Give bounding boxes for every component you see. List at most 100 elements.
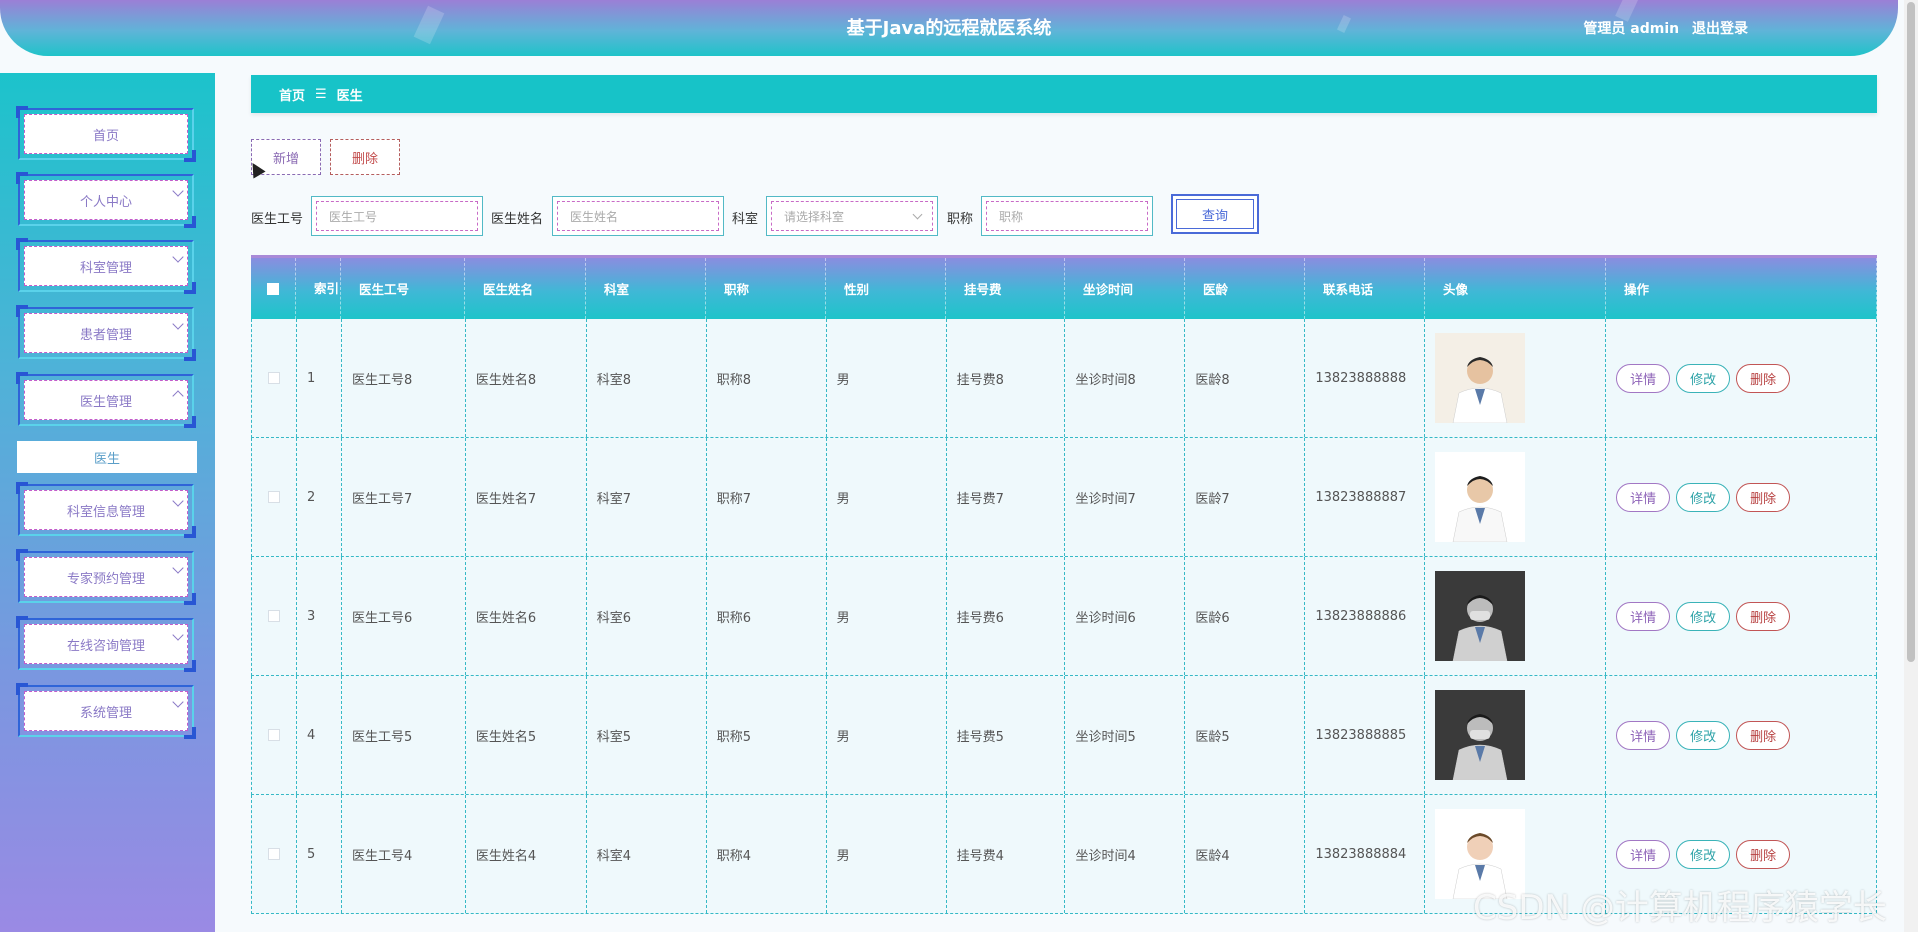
- edit-button[interactable]: 修改: [1676, 601, 1731, 631]
- cell-name: 医生姓名4: [466, 795, 587, 913]
- row-checkbox[interactable]: [252, 438, 297, 556]
- cell-name: 医生姓名6: [466, 557, 587, 675]
- edit-button[interactable]: 修改: [1676, 839, 1731, 869]
- query-button[interactable]: 查询: [1171, 194, 1259, 234]
- cell-title: 职称7: [707, 438, 827, 556]
- cell-title: 职称5: [707, 676, 827, 794]
- row-delete-button[interactable]: 删除: [1736, 601, 1791, 631]
- column-header: 医生工号: [341, 258, 465, 319]
- sidebar-item-label[interactable]: 系统管理: [24, 691, 188, 731]
- sidebar-item-label[interactable]: 专家预约管理: [24, 557, 188, 597]
- cell-fee: 挂号费8: [947, 319, 1066, 437]
- doctor-avatar-image: [1435, 452, 1526, 542]
- cell-index: 5: [297, 795, 342, 913]
- doctor-table: 索引 医生工号 医生姓名 科室 职称 性别 挂号费 坐诊时间 医龄 联系电话 头…: [251, 255, 1877, 914]
- cell-time: 坐诊时间5: [1065, 676, 1186, 794]
- column-header: 坐诊时间: [1065, 258, 1185, 319]
- title-input[interactable]: 职称: [981, 196, 1153, 236]
- cell-title: 职称4: [707, 795, 827, 913]
- sidebar-item-home[interactable]: 首页: [16, 106, 196, 162]
- sidebar-item-label[interactable]: 在线咨询管理: [24, 624, 188, 664]
- row-delete-button[interactable]: 删除: [1736, 720, 1791, 750]
- column-header: 头像: [1425, 258, 1606, 319]
- doctor-name-label: 医生姓名: [491, 212, 544, 227]
- cell-index: 4: [297, 676, 342, 794]
- cell-dept: 科室7: [587, 438, 707, 556]
- row-checkbox[interactable]: [252, 676, 297, 794]
- cell-phone: 13823888887: [1305, 438, 1426, 556]
- select-all-checkbox[interactable]: [251, 258, 296, 319]
- breadcrumb-current: 医生: [336, 88, 363, 104]
- edit-button[interactable]: 修改: [1676, 720, 1731, 750]
- dept-label: 科室: [732, 212, 759, 227]
- sidebar-item-patient-management[interactable]: 患者管理: [16, 305, 196, 361]
- cell-dept: 科室8: [587, 319, 707, 437]
- doctor-id-input[interactable]: 医生工号: [311, 196, 483, 236]
- sidebar-item-label[interactable]: 医生管理: [24, 380, 188, 420]
- cell-phone: 13823888888: [1305, 319, 1426, 437]
- logout-link[interactable]: 退出登录: [1692, 21, 1748, 37]
- cell-gender: 男: [827, 557, 947, 675]
- edit-button[interactable]: 修改: [1676, 363, 1731, 393]
- detail-button[interactable]: 详情: [1616, 482, 1671, 512]
- doctor-name-input[interactable]: 医生姓名: [552, 196, 724, 236]
- cell-actions: 详情 修改 删除: [1606, 557, 1877, 675]
- row-delete-button[interactable]: 删除: [1736, 363, 1791, 393]
- row-checkbox[interactable]: [252, 795, 297, 913]
- sidebar-item-dept-info-management[interactable]: 科室信息管理: [16, 482, 196, 538]
- cell-dept: 科室4: [587, 795, 707, 913]
- vertical-scrollbar[interactable]: [1904, 0, 1918, 932]
- cell-age: 医龄6: [1185, 557, 1306, 675]
- sidebar-item-label[interactable]: 科室管理: [24, 246, 188, 286]
- table-header: 索引 医生工号 医生姓名 科室 职称 性别 挂号费 坐诊时间 医龄 联系电话 头…: [251, 255, 1877, 319]
- column-header: 科室: [586, 258, 706, 319]
- cell-avatar: [1425, 676, 1607, 794]
- sidebar-item-online-consult[interactable]: 在线咨询管理: [16, 616, 196, 672]
- sidebar-subitem-doctor[interactable]: 医生: [17, 441, 197, 473]
- cell-actions: 详情 修改 删除: [1606, 676, 1877, 794]
- cell-age: 医龄5: [1185, 676, 1306, 794]
- column-header: 操作: [1606, 258, 1877, 319]
- row-checkbox[interactable]: [252, 557, 297, 675]
- cell-gender: 男: [827, 795, 947, 913]
- cell-gender: 男: [827, 438, 947, 556]
- detail-button[interactable]: 详情: [1616, 839, 1671, 869]
- sidebar-item-dept-management[interactable]: 科室管理: [16, 238, 196, 294]
- sidebar-item-system-management[interactable]: 系统管理: [16, 683, 196, 739]
- cell-id: 医生工号4: [342, 795, 466, 913]
- cell-name: 医生姓名5: [466, 676, 587, 794]
- sidebar-item-label[interactable]: 科室信息管理: [24, 490, 188, 530]
- sidebar-item-doctor-management[interactable]: 医生管理: [16, 372, 196, 428]
- cell-id: 医生工号6: [342, 557, 466, 675]
- row-checkbox[interactable]: [252, 319, 297, 437]
- cell-time: 坐诊时间8: [1065, 319, 1186, 437]
- cell-actions: 详情 修改 删除: [1606, 438, 1877, 556]
- sidebar-item-label[interactable]: 个人中心: [24, 180, 188, 220]
- sidebar-item-expert-booking[interactable]: 专家预约管理: [16, 549, 196, 605]
- cell-dept: 科室5: [587, 676, 707, 794]
- delete-button[interactable]: 删除: [330, 139, 400, 175]
- breadcrumb-home[interactable]: 首页: [279, 85, 305, 104]
- table-row: 4 医生工号5 医生姓名5 科室5 职称5 男挂号费5 坐诊时间5 医龄5 1382388888…: [251, 676, 1877, 795]
- cell-time: 坐诊时间4: [1065, 795, 1186, 913]
- table-row: 3 医生工号6 医生姓名6 科室6 职称6 男挂号费6 坐诊时间6 医龄6 1382388888…: [251, 557, 1877, 676]
- row-delete-button[interactable]: 删除: [1736, 839, 1791, 869]
- detail-button[interactable]: 详情: [1616, 363, 1671, 393]
- dept-select[interactable]: 请选择科室: [766, 196, 938, 236]
- edit-button[interactable]: 修改: [1676, 482, 1731, 512]
- cell-dept: 科室6: [587, 557, 707, 675]
- cell-phone: 13823888886: [1305, 557, 1426, 675]
- breadcrumb: 首页 ☰ 医生: [251, 75, 1877, 113]
- detail-button[interactable]: 详情: [1616, 601, 1671, 631]
- sidebar-item-personal-center[interactable]: 个人中心: [16, 172, 196, 228]
- cell-avatar: [1425, 319, 1607, 437]
- cell-phone: 13823888885: [1305, 676, 1426, 794]
- row-delete-button[interactable]: 删除: [1736, 482, 1791, 512]
- cell-index: 2: [297, 438, 342, 556]
- detail-button[interactable]: 详情: [1616, 720, 1671, 750]
- scrollbar-thumb[interactable]: [1907, 2, 1915, 662]
- sidebar-item-label[interactable]: 首页: [24, 114, 188, 154]
- menu-icon: ☰: [315, 86, 327, 102]
- sidebar-item-label[interactable]: 患者管理: [24, 313, 188, 353]
- cell-phone: 13823888884: [1305, 795, 1426, 913]
